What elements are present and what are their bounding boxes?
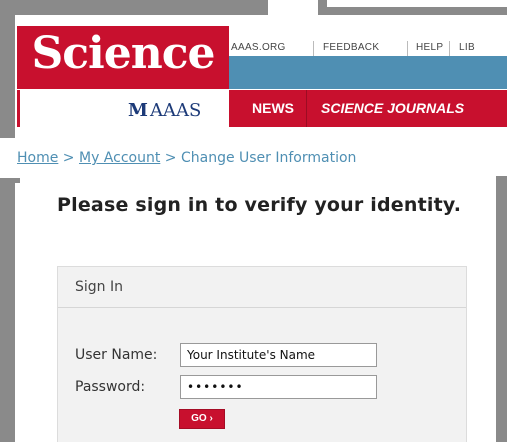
go-button[interactable]: GO › [179, 409, 225, 429]
frame-left-lower [0, 178, 15, 442]
breadcrumb-current: Change User Information [180, 150, 357, 166]
username-field[interactable]: Your Institute's Name [180, 343, 377, 367]
aaas-name: AAAS [150, 100, 202, 121]
breadcrumb-separator: > [164, 150, 177, 166]
password-label: Password: [75, 379, 146, 395]
frame-top-right [318, 7, 507, 15]
frame-right [496, 176, 507, 442]
header-blue-band [229, 56, 507, 89]
page-title: Please sign in to verify your identity. [57, 194, 462, 216]
frame-left-stub [0, 178, 20, 183]
aaas-logo[interactable]: M AAAS [17, 90, 229, 127]
password-field[interactable]: ••••••• [180, 375, 377, 399]
username-label: User Name: [75, 347, 158, 363]
utility-nav: AAAS.ORG FEEDBACK HELP LIB [229, 26, 507, 57]
signin-title: Sign In [75, 279, 123, 295]
breadcrumb-my-account[interactable]: My Account [79, 150, 160, 166]
breadcrumb-home[interactable]: Home [17, 150, 58, 166]
util-link-feedback[interactable]: FEEDBACK [323, 42, 379, 53]
breadcrumb: Home > My Account > Change User Informat… [17, 150, 356, 166]
util-divider [407, 41, 408, 57]
aaas-mark-icon: M [128, 100, 148, 121]
signin-panel: Sign In User Name: Your Institute's Name… [57, 266, 467, 442]
frame-top-left [0, 0, 268, 15]
main-nav: NEWS SCIENCE JOURNALS [229, 90, 507, 127]
breadcrumb-separator: > [62, 150, 75, 166]
util-link-aaas[interactable]: AAAS.ORG [231, 42, 286, 53]
science-logo-text: Science [31, 28, 215, 79]
util-link-lib[interactable]: LIB [459, 42, 475, 53]
nav-science-journals[interactable]: SCIENCE JOURNALS [321, 100, 464, 116]
util-link-help[interactable]: HELP [416, 42, 443, 53]
nav-divider [306, 90, 307, 127]
science-logo[interactable]: Science [17, 26, 229, 89]
util-divider [449, 41, 450, 57]
nav-news[interactable]: NEWS [252, 100, 294, 116]
util-divider [313, 41, 314, 57]
panel-divider [58, 307, 466, 308]
frame-left-upper [0, 0, 15, 138]
